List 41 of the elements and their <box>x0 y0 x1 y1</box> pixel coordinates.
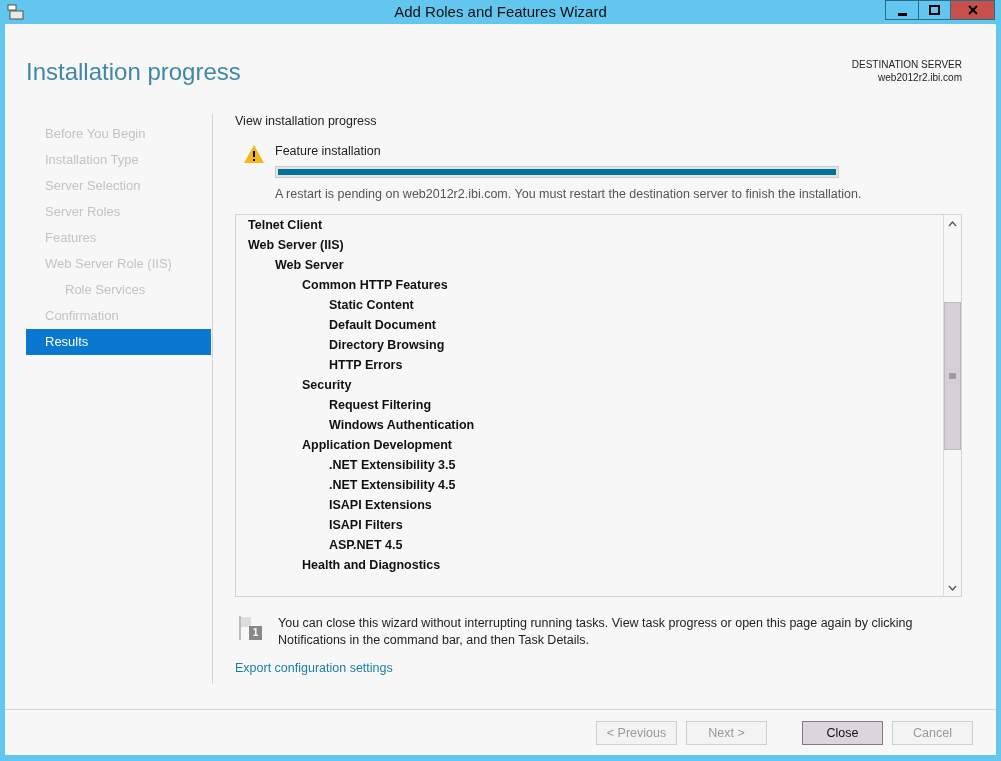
export-link[interactable]: Export configuration settings <box>235 661 393 675</box>
result-item: HTTP Errors <box>328 357 404 374</box>
result-item: .NET Extensibility 3.5 <box>328 457 457 474</box>
result-item: Static Content <box>328 297 415 314</box>
minimize-icon <box>897 12 907 16</box>
result-item: Default Document <box>328 317 437 334</box>
scrollbar[interactable] <box>943 215 961 596</box>
result-item: ISAPI Extensions <box>328 497 433 514</box>
window-title: Add Roles and Features Wizard <box>393 2 608 22</box>
progress-label: Feature installation <box>275 144 382 158</box>
destination-label: DESTINATION SERVER <box>851 58 962 71</box>
result-item: Health and Diagnostics <box>301 557 442 574</box>
section-heading: View installation progress <box>235 114 378 130</box>
close-icon <box>967 5 978 15</box>
restart-message: A restart is pending on web2012r2.ibi.com. You must restart the destination server to finish the installation. <box>275 187 862 201</box>
scroll-down-icon <box>948 584 957 591</box>
page-title: Installation progress <box>26 58 241 87</box>
result-item: ISAPI Filters <box>328 517 404 534</box>
result-item: Common HTTP Features <box>301 277 449 294</box>
maximize-button[interactable] <box>918 0 951 20</box>
result-item: Application Development <box>301 437 454 454</box>
result-item: Telnet Client <box>247 217 324 234</box>
result-item: Web Server <box>274 257 345 274</box>
result-item: ASP.NET 4.5 <box>328 537 404 554</box>
wizard-step[interactable]: Results <box>26 329 211 355</box>
scroll-up-icon <box>948 220 957 227</box>
notice-text: You can close this wizard without interrupting running tasks. View task progress or open this page again by clicking Notifications in the command bar, and then Task Details. <box>278 615 914 649</box>
minimize-button[interactable] <box>885 0 919 20</box>
server-manager-icon <box>7 4 25 20</box>
result-item: Web Server (IIS) <box>247 237 345 254</box>
grip-icon <box>949 373 956 379</box>
result-item: .NET Extensibility 4.5 <box>328 477 457 494</box>
maximize-icon <box>929 5 940 15</box>
warning-icon <box>243 144 265 164</box>
result-item: Request Filtering <box>328 397 433 414</box>
result-item: Windows Authentication <box>328 417 476 434</box>
destination-server: web2012r2.ibi.com <box>877 71 962 84</box>
close-window-button[interactable] <box>950 0 995 20</box>
result-item: Security <box>301 377 353 394</box>
result-item: Directory Browsing <box>328 337 446 354</box>
wizard-button[interactable]: Close <box>802 721 883 745</box>
